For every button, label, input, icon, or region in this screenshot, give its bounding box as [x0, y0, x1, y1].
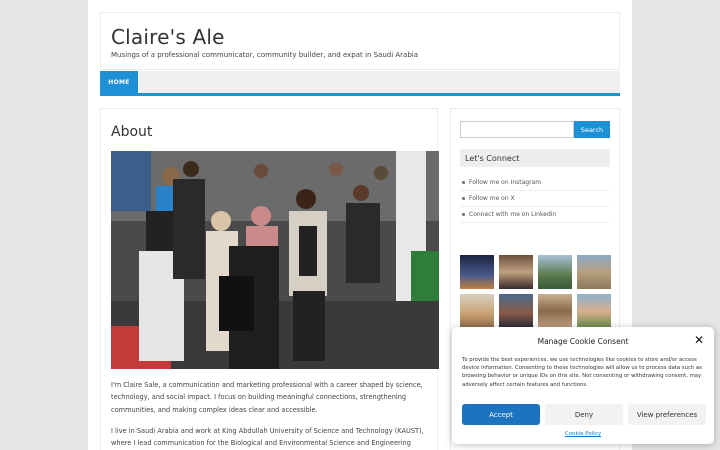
- site-tagline: Musings of a professional communicator, …: [111, 51, 419, 59]
- about-paragraph-1: I'm Claire Sale, a communication and mar…: [111, 381, 423, 414]
- instagram-thumbnail[interactable]: [460, 255, 494, 289]
- link-x[interactable]: Follow me on X: [460, 191, 610, 207]
- instagram-thumbnail[interactable]: [499, 255, 533, 289]
- cookie-policy-link[interactable]: Cookie Policy: [452, 431, 714, 437]
- search-button[interactable]: Search: [574, 121, 610, 138]
- connect-links: Follow me on Instagram Follow me on X Co…: [460, 175, 610, 223]
- search-input[interactable]: [460, 121, 574, 138]
- instagram-thumbnail[interactable]: [577, 255, 611, 289]
- main-navigation: HOME: [100, 71, 620, 96]
- connect-widget-title: Let's Connect: [460, 149, 610, 167]
- accept-button[interactable]: Accept: [462, 404, 540, 425]
- site-header: Claire's Ale Musings of a professional c…: [100, 12, 620, 70]
- cookie-consent-dialog: Manage Cookie Consent ✕ To provide the b…: [452, 327, 714, 444]
- instagram-thumbnail[interactable]: [499, 294, 533, 328]
- instagram-thumbnail[interactable]: [460, 294, 494, 328]
- instagram-thumbnail[interactable]: [577, 294, 611, 328]
- about-paragraph-2: I live in Saudi Arabia and work at King …: [111, 427, 424, 448]
- nav-item-home[interactable]: HOME: [100, 71, 138, 93]
- about-photo: [111, 151, 439, 369]
- deny-button[interactable]: Deny: [545, 404, 623, 425]
- main-content: About I'm Claire Sale, a communication a…: [100, 108, 439, 450]
- link-linkedin[interactable]: Connect with me on Linkedin: [460, 207, 610, 223]
- view-preferences-button[interactable]: View preferences: [628, 404, 706, 425]
- page-title: About: [111, 124, 153, 140]
- link-instagram[interactable]: Follow me on Instagram: [460, 175, 610, 191]
- instagram-thumbnail[interactable]: [538, 255, 572, 289]
- cookie-dialog-title: Manage Cookie Consent: [537, 337, 629, 346]
- instagram-thumbnail[interactable]: [538, 294, 572, 328]
- cookie-dialog-text: To provide the best experiences, we use …: [462, 357, 702, 388]
- close-icon[interactable]: ✕: [694, 334, 704, 346]
- site-title[interactable]: Claire's Ale: [111, 25, 225, 49]
